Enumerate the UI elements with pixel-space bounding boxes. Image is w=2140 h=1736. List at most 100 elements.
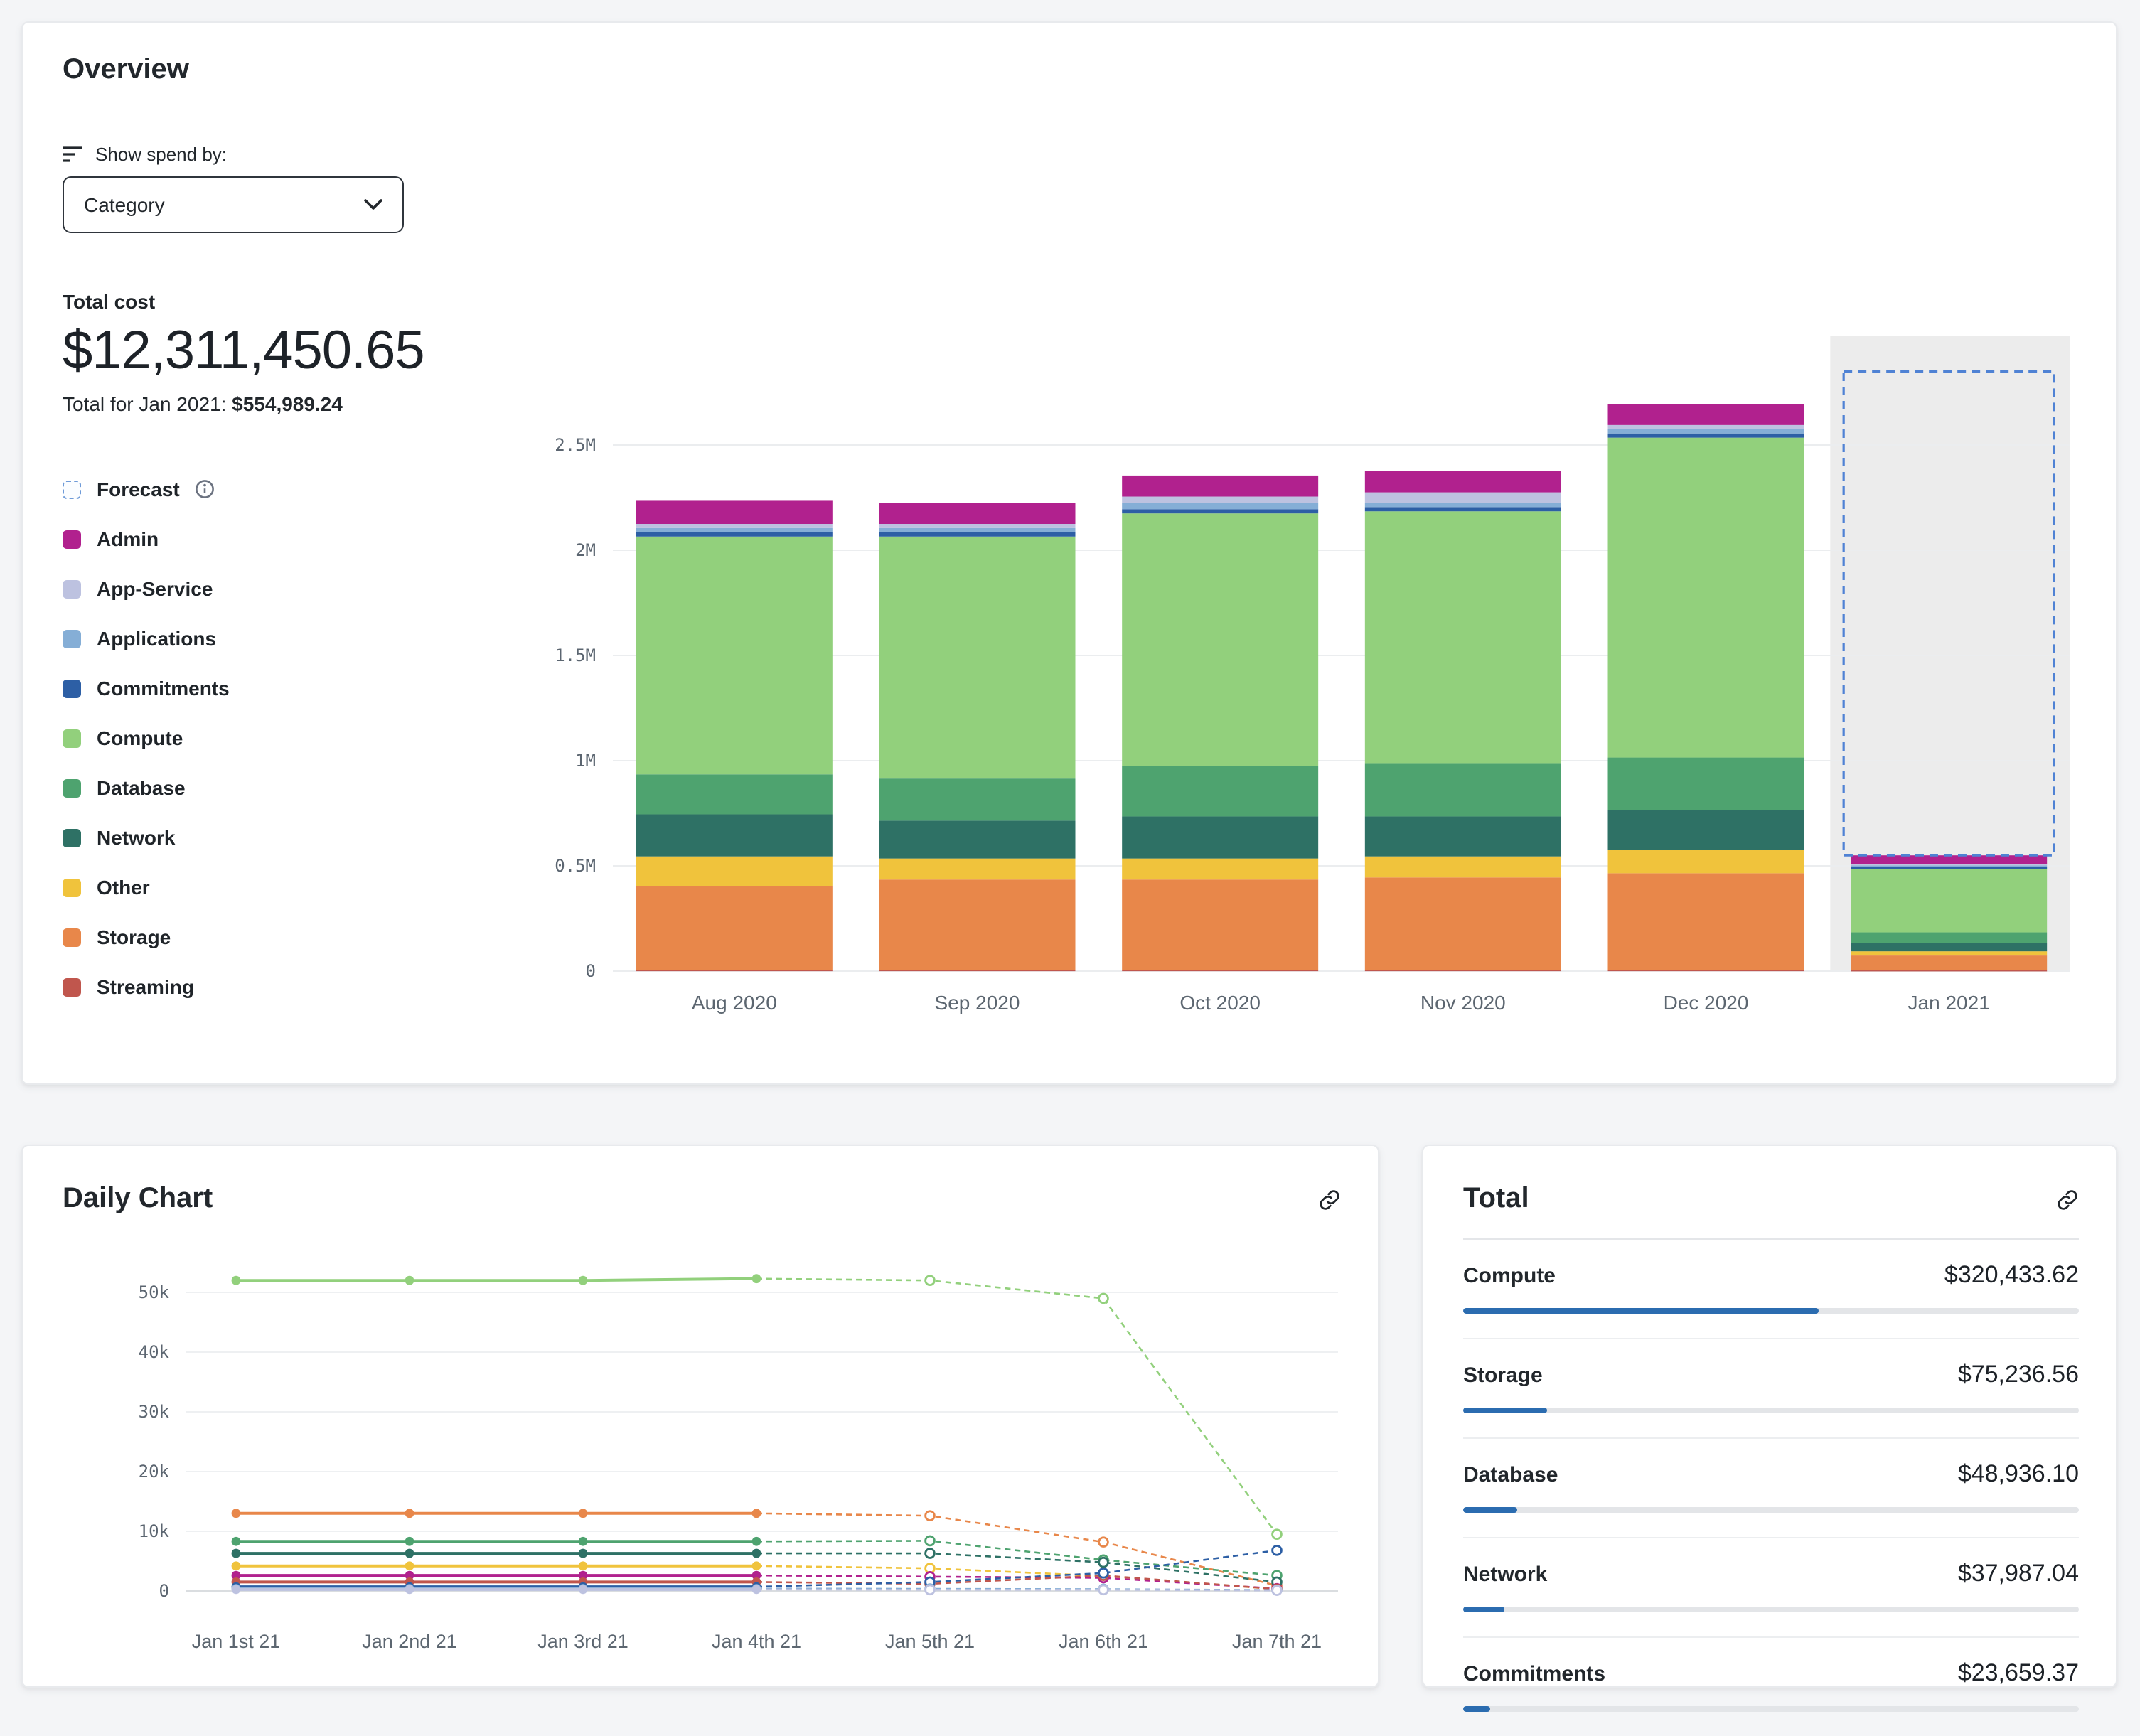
legend-item-database[interactable]: Database (63, 776, 503, 799)
point-forecast-app-service (924, 1584, 936, 1596)
legend-swatch (63, 530, 81, 548)
x-axis-label: Jan 4th 21 (712, 1631, 801, 1652)
legend-item-admin[interactable]: Admin (63, 527, 503, 550)
legend-item-storage[interactable]: Storage (63, 926, 503, 948)
group-by-dropdown[interactable]: Category (63, 176, 404, 233)
total-row-storage[interactable]: Storage $75,236.56 (1463, 1339, 2079, 1439)
daily-line-chart[interactable]: 0 10k 20k 30k 40k 50k Jan 1st 21 Jan 2nd 21 Jan … (44, 1243, 1359, 1683)
point-actual-storage (231, 1509, 241, 1518)
legend-label: Forecast (97, 478, 180, 500)
bar-segment-commitments (1607, 433, 1804, 438)
point-actual-storage (751, 1509, 761, 1518)
point-actual-database (405, 1536, 414, 1546)
point-actual-app-service (578, 1585, 588, 1595)
bar-segment-other (636, 856, 833, 886)
point-forecast-compute (1271, 1528, 1283, 1541)
y-axis-tick: 30k (139, 1402, 170, 1422)
legend-item-other[interactable]: Other (63, 876, 503, 899)
total-row-amount: $48,936.10 (1957, 1460, 2079, 1487)
total-row-compute[interactable]: Compute $320,433.62 (1463, 1240, 2079, 1339)
legend-item-commitments[interactable]: Commitments (63, 677, 503, 700)
period-total: Total for Jan 2021: $554,989.24 (63, 392, 343, 415)
legend-swatch (63, 679, 81, 697)
bar-segment-storage (1364, 877, 1561, 970)
total-link-button[interactable] (2056, 1188, 2079, 1211)
point-actual-database (578, 1536, 588, 1546)
bar-segment-compute (1364, 511, 1561, 764)
point-actual-compute (578, 1275, 588, 1285)
bar-segment-database (1851, 932, 2048, 943)
daily-chart-header: Daily Chart (23, 1146, 1378, 1216)
overview-left-column: Overview Show spend by: Category Total c… (63, 54, 503, 998)
daily-chart-link-button[interactable] (1318, 1188, 1341, 1211)
point-actual-other (578, 1561, 588, 1571)
total-rows: Compute $320,433.62 Storage $75,236.56 Datab… (1463, 1240, 2079, 1736)
bar-segment-applications (879, 527, 1076, 532)
legend-item-app-service[interactable]: App-Service (63, 577, 503, 600)
total-row-amount: $37,987.04 (1957, 1560, 2079, 1587)
daily-chart-card: Daily Chart 0 10k 20k 30k 40k 50k Jan 1st 21 Ja… (21, 1145, 1379, 1688)
monthly-stacked-bar-chart[interactable]: 0 0.5M 1M 1.5M 2M 2.5M Aug 2020 Sep 2020 Oct 202… (528, 324, 2099, 1042)
legend-label: Other (97, 876, 150, 899)
total-row-progress-track (1463, 1408, 2079, 1413)
x-axis-label: Jan 5th 21 (885, 1631, 975, 1652)
total-row-progress-fill (1463, 1408, 1547, 1413)
legend-label: Commitments (97, 677, 230, 700)
bar-segment-compute (1851, 869, 2048, 933)
point-actual-network (405, 1548, 414, 1558)
legend-item-forecast[interactable]: Forecast (63, 478, 503, 500)
total-cost-label: Total cost (63, 290, 156, 313)
total-row-commitments[interactable]: Commitments $23,659.37 (1463, 1638, 2079, 1736)
legend-item-streaming[interactable]: Streaming (63, 975, 503, 998)
point-forecast-commitments (1098, 1567, 1109, 1579)
total-row-amount: $320,433.62 (1944, 1261, 2079, 1288)
total-row-database[interactable]: Database $48,936.10 (1463, 1439, 2079, 1538)
x-axis-label: Nov 2020 (1421, 992, 1506, 1014)
bar-segment-other (1364, 856, 1561, 878)
point-actual-network (751, 1548, 761, 1558)
overview-card: Overview Show spend by: Category Total c… (21, 21, 2117, 1085)
bar-segment-network (1851, 943, 2048, 952)
chevron-down-icon (364, 199, 382, 210)
bar-segment-commitments (1851, 867, 2048, 869)
total-row-label: Commitments (1463, 1662, 1606, 1686)
legend-swatch (63, 977, 81, 996)
point-forecast-storage (924, 1510, 936, 1521)
total-row-network[interactable]: Network $37,987.04 (1463, 1538, 2079, 1638)
x-axis-label: Aug 2020 (692, 992, 777, 1014)
link-icon (2058, 1189, 2077, 1209)
point-actual-other (751, 1561, 761, 1571)
forecast-swatch (63, 480, 81, 498)
bar-segment-streaming (636, 970, 833, 972)
bar-segment-database (636, 774, 833, 815)
info-icon[interactable] (196, 479, 215, 499)
point-actual-app-service (405, 1585, 414, 1595)
legend-item-network[interactable]: Network (63, 826, 503, 849)
total-row-label: Storage (1463, 1363, 1543, 1388)
bar-segment-applications (1364, 503, 1561, 508)
x-axis-label: Jan 3rd 21 (537, 1631, 628, 1652)
legend-swatch (63, 828, 81, 847)
legend-item-compute[interactable]: Compute (63, 727, 503, 749)
y-axis-tick: 0 (586, 961, 596, 981)
bar-segment-app-service (879, 524, 1076, 528)
x-axis-label: Jan 2nd 21 (362, 1631, 457, 1652)
point-actual-app-service (751, 1585, 761, 1595)
bar-segment-commitments (636, 532, 833, 537)
bar-segment-applications (1851, 865, 2048, 867)
show-spend-by-row: Show spend by: (63, 144, 503, 165)
bar-segment-commitments (1364, 507, 1561, 512)
total-row-label: Database (1463, 1463, 1558, 1487)
bar-segment-applications (1122, 503, 1319, 510)
legend-item-applications[interactable]: Applications (63, 627, 503, 650)
daily-chart-title: Daily Chart (63, 1183, 213, 1214)
group-by-selected-value: Category (84, 193, 165, 216)
y-axis-tick: 2M (575, 540, 596, 560)
bar-segment-network (1364, 816, 1561, 857)
legend-label: Compute (97, 727, 183, 749)
point-actual-network (231, 1548, 241, 1558)
legend-label: Storage (97, 926, 171, 948)
total-row-amount: $75,236.56 (1957, 1361, 2079, 1388)
x-axis-label: Jan 2021 (1908, 992, 1990, 1014)
y-axis-tick: 40k (139, 1342, 170, 1362)
